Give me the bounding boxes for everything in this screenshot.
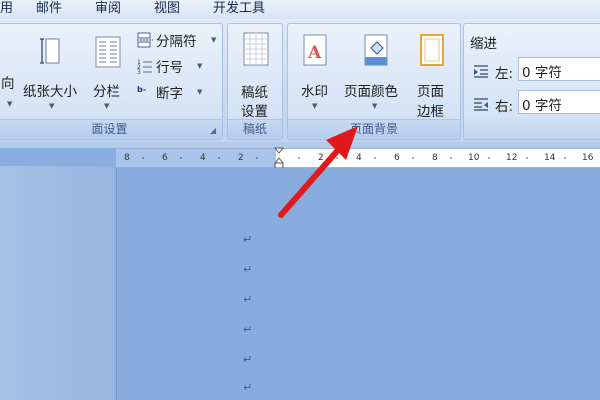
orientation-button[interactable]: 向 ▼ xyxy=(0,36,19,122)
indent-title: 缩进 xyxy=(470,36,497,52)
svg-text:A: A xyxy=(307,43,322,63)
page-setup-group-title: 面设置 xyxy=(91,122,128,136)
page-color-icon xyxy=(362,34,390,70)
paper-size-button[interactable]: 纸张大小 ▼ xyxy=(23,32,83,120)
page-background-group-label: 页面背景 xyxy=(288,119,460,139)
page-setup-group-label: 面设置 xyxy=(0,119,222,139)
indent-left-icon xyxy=(474,64,488,82)
paper-size-icon xyxy=(39,36,65,70)
indent-left-field[interactable]: 0 字符 xyxy=(518,57,600,81)
chevron-down-icon: ▼ xyxy=(372,102,378,110)
manuscript-settings-button[interactable]: 稿纸 设置 xyxy=(234,30,278,120)
horizontal-ruler[interactable]: 8 6 4 2 2 4 6 8 10 12 14 16 xyxy=(116,147,600,169)
menu-item-references[interactable]: 用 xyxy=(0,0,13,19)
page-background-group-title: 页面背景 xyxy=(349,122,398,136)
page-border-icon xyxy=(419,34,445,70)
paragraph-mark: ↵ xyxy=(243,381,253,394)
indent-group: 缩进 左: 0 字符 右: 0 字符 xyxy=(463,23,600,140)
manuscript-label-line1: 稿纸 xyxy=(241,85,268,101)
watermark-label: 水印 xyxy=(301,84,328,100)
hyphenation-icon: b- xyxy=(137,85,147,94)
page-borders-button[interactable]: 页面 边框 xyxy=(412,30,456,120)
dialog-launcher-icon[interactable]: ◢ xyxy=(208,126,218,136)
chevron-down-icon: ▼ xyxy=(312,102,318,110)
chevron-down-icon: ▼ xyxy=(104,102,110,110)
indent-right-value: 0 字符 xyxy=(522,98,562,114)
paragraph-mark: ↵ xyxy=(243,323,253,336)
indent-left-value: 0 字符 xyxy=(522,65,562,81)
page-background-group: A 水印 ▼ 页面颜色 ▼ 页面 边框 页面背景 xyxy=(287,23,461,140)
manuscript-label-line2: 设置 xyxy=(241,104,268,120)
page-borders-label-line1: 页面 xyxy=(417,84,444,100)
manuscript-group: 稿纸 设置 稿纸 xyxy=(227,23,283,140)
chevron-down-icon: ▼ xyxy=(211,36,217,44)
document-page[interactable] xyxy=(116,168,600,400)
indent-left-label: 左: xyxy=(495,66,514,82)
chevron-down-icon: ▼ xyxy=(7,100,13,108)
page-setup-group: 向 ▼ 纸张大小 ▼ 分栏 ▼ 分隔符 ▼ 1 2 3 行号 ▼ b- 断字 ▼… xyxy=(0,23,223,140)
indent-right-icon xyxy=(474,97,488,115)
indent-right-label: 右: xyxy=(495,99,514,115)
page-color-button[interactable]: 页面颜色 ▼ xyxy=(342,30,408,120)
watermark-button[interactable]: A 水印 ▼ xyxy=(294,30,336,120)
manuscript-icon xyxy=(242,32,270,70)
break-icon xyxy=(137,32,153,52)
watermark-icon: A xyxy=(302,34,328,70)
chevron-down-icon: ▼ xyxy=(49,102,55,110)
menu-item-mailings[interactable]: 邮件 xyxy=(36,0,62,19)
columns-icon xyxy=(94,36,122,72)
manuscript-group-title: 稿纸 xyxy=(242,122,267,136)
columns-label: 分栏 xyxy=(93,84,120,100)
menu-item-developer[interactable]: 开发工具 xyxy=(213,0,265,19)
paragraph-mark: ↵ xyxy=(243,353,253,366)
breaks-label: 分隔符 xyxy=(156,34,197,50)
paragraph-mark: ↵ xyxy=(243,233,253,246)
ruler-minor-ticks xyxy=(142,157,566,159)
menu-item-view[interactable]: 视图 xyxy=(154,0,180,19)
page-color-label: 页面颜色 xyxy=(344,84,398,100)
breaks-button[interactable]: 分隔符 ▼ xyxy=(137,30,219,50)
line-numbers-icon: 1 2 3 xyxy=(137,58,153,78)
page-borders-label-line2: 边框 xyxy=(417,104,444,120)
orientation-label: 向 xyxy=(1,76,15,92)
ribbon: 向 ▼ 纸张大小 ▼ 分栏 ▼ 分隔符 ▼ 1 2 3 行号 ▼ b- 断字 ▼… xyxy=(0,19,600,143)
navigation-pane xyxy=(0,166,114,400)
menu-bar: 用 邮件 审阅 视图 开发工具 xyxy=(0,0,600,19)
chevron-down-icon: ▼ xyxy=(197,62,203,70)
line-numbers-button[interactable]: 1 2 3 行号 ▼ xyxy=(137,56,207,76)
paper-size-label: 纸张大小 xyxy=(23,84,77,100)
indent-right-field[interactable]: 0 字符 xyxy=(518,90,600,114)
hyphenation-button[interactable]: b- 断字 ▼ xyxy=(137,82,207,102)
hyphenation-label: 断字 xyxy=(156,86,183,102)
chevron-down-icon: ▼ xyxy=(197,88,203,96)
menu-item-review[interactable]: 审阅 xyxy=(95,0,121,19)
manuscript-group-label: 稿纸 xyxy=(228,119,282,139)
paragraph-mark: ↵ xyxy=(243,263,253,276)
paragraph-mark: ↵ xyxy=(243,293,253,306)
line-numbers-label: 行号 xyxy=(156,60,183,76)
columns-button[interactable]: 分栏 ▼ xyxy=(91,32,125,120)
svg-text:3: 3 xyxy=(137,69,141,74)
